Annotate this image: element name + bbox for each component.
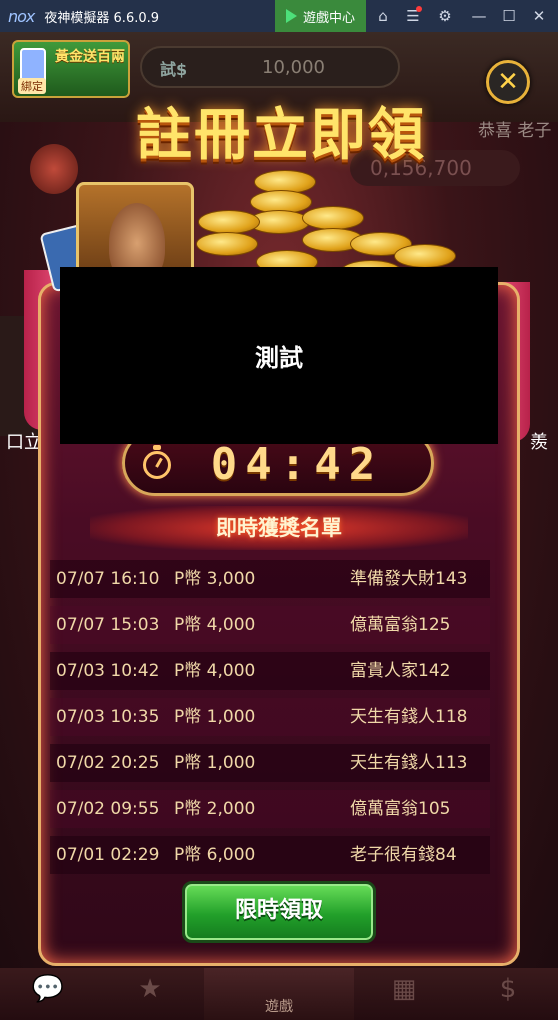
settings-icon[interactable]: ⚙ (430, 0, 460, 32)
popup-close-button[interactable]: ✕ (486, 60, 530, 104)
nav-games-tab[interactable]: 遊戲 (204, 968, 354, 1020)
right-side-text: 羨 (530, 432, 548, 453)
game-center-label: 遊戲中心 (302, 10, 355, 26)
game-center-button[interactable]: 遊戲中心 (275, 0, 366, 32)
calendar-icon[interactable]: ▦ (384, 974, 424, 1010)
winner-time: 07/02 20:25 (56, 753, 160, 773)
bind-label: 綁定 (18, 78, 46, 94)
crown-icon (30, 144, 78, 194)
emulator-titlebar: nox 夜神模擬器 6.6.0.9 遊戲中心 ⌂ ☰ ⚙ — ☐ ✕ (0, 0, 558, 32)
congrats-text: 恭喜 老子 (478, 121, 552, 141)
maximize-icon[interactable]: ☐ (494, 0, 524, 32)
winner-name: 天生有錢人118 (350, 707, 468, 727)
menu-icon[interactable]: ☰ (398, 0, 428, 32)
coin-icon (198, 210, 260, 234)
window-title: 夜神模擬器 6.6.0.9 (44, 10, 160, 26)
winner-row: 07/07 16:10 P幣 3,000 準備發大財143 (44, 560, 514, 606)
trial-value: 10,000 (262, 57, 325, 78)
winner-row: 07/07 15:03 P幣 4,000 億萬富翁125 (44, 606, 514, 652)
close-icon[interactable]: ✕ (524, 0, 554, 32)
trial-label: 試$ (160, 60, 188, 79)
winner-prize: P幣 1,000 (174, 753, 256, 773)
play-store-icon (285, 9, 297, 23)
winner-row: 07/03 10:42 P幣 4,000 富貴人家142 (44, 652, 514, 698)
claim-button[interactable]: 限時領取 (182, 881, 376, 943)
left-side-text: 口立 (6, 432, 42, 453)
winner-prize: P幣 6,000 (174, 845, 256, 865)
winner-row: 07/03 10:35 P幣 1,000 天生有錢人118 (44, 698, 514, 744)
winner-name: 天生有錢人113 (350, 753, 468, 773)
toast-text: 測試 (255, 344, 303, 372)
winner-time: 07/02 09:55 (56, 799, 160, 819)
winner-name: 億萬富翁125 (350, 615, 451, 635)
stopwatch-icon (143, 445, 173, 479)
winner-time: 07/07 15:03 (56, 615, 160, 635)
winner-name: 老子很有錢84 (350, 845, 457, 865)
winners-list: 07/07 16:10 P幣 3,000 準備發大財143 07/07 15:03 P幣… (44, 560, 514, 882)
winner-prize: P幣 1,000 (174, 707, 256, 727)
winner-time: 07/07 16:10 (56, 569, 160, 589)
coin-icon (302, 206, 364, 230)
shop-icon[interactable]: $ (488, 974, 528, 1010)
winner-time: 07/01 02:29 (56, 845, 160, 865)
minimize-icon[interactable]: — (464, 0, 494, 32)
trial-balance: 試$ 10,000 (140, 46, 400, 88)
winner-name: 準備發大財143 (350, 569, 468, 589)
winner-name: 富貴人家142 (350, 661, 451, 681)
winner-prize: P幣 3,000 (174, 569, 256, 589)
winner-row: 07/02 09:55 P幣 2,000 億萬富翁105 (44, 790, 514, 836)
home-icon[interactable]: ⌂ (368, 0, 398, 32)
winner-name: 億萬富翁105 (350, 799, 451, 819)
coin-icon (196, 232, 258, 256)
banner-title: 註冊立即領 (136, 102, 426, 168)
rank-icon[interactable]: ★ (130, 974, 170, 1010)
winner-prize: P幣 4,000 (174, 661, 256, 681)
winner-time: 07/03 10:35 (56, 707, 160, 727)
coin-icon (394, 244, 456, 268)
toast-overlay: 測試 (60, 267, 498, 444)
winner-row: 07/02 20:25 P幣 1,000 天生有錢人113 (44, 744, 514, 790)
nav-games-label: 遊戲 (265, 999, 293, 1015)
bottom-nav: 💬 ★ 遊戲 ▦ $ (0, 968, 558, 1020)
game-screen: 綁定 黃金送百兩 試$ 10,000 恭喜 老子 0,156,700 口立 羨 … (0, 32, 558, 1020)
stopwatch-crown (153, 445, 161, 450)
bind-reward-text: 黃金送百兩 (55, 49, 125, 65)
nox-logo: nox (8, 6, 35, 26)
winners-list-title: 即時獲獎名單 (90, 506, 468, 550)
winner-prize: P幣 4,000 (174, 615, 256, 635)
winner-time: 07/03 10:42 (56, 661, 160, 681)
timer-value: 04:42 (210, 439, 384, 490)
winner-prize: P幣 2,000 (174, 799, 256, 819)
chat-icon[interactable]: 💬 (28, 974, 68, 1010)
notification-dot (416, 6, 422, 12)
winner-row: 07/01 02:29 P幣 6,000 老子很有錢84 (44, 836, 514, 882)
